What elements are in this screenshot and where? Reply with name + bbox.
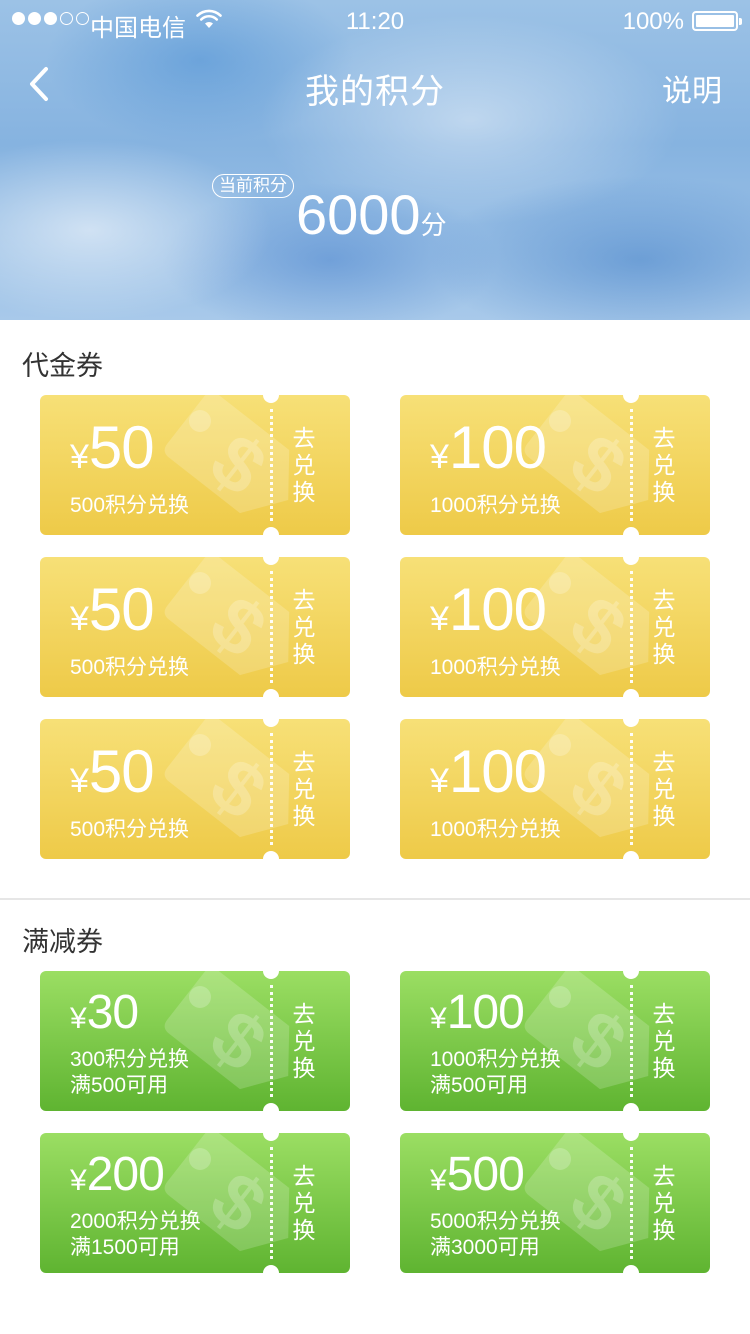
coupon-cost: 500积分兑换: [70, 818, 190, 841]
currency-symbol: ¥: [430, 600, 449, 638]
perforation-line: [270, 1147, 273, 1259]
coupon-amount: ¥200: [70, 1147, 165, 1202]
perforation-line: [630, 733, 633, 845]
coupon-amount: ¥100: [430, 737, 547, 806]
redeem-button[interactable]: 去兑换: [288, 749, 320, 830]
coupon-value: 50: [88, 576, 155, 643]
discount-coupon-section-title: 满减券: [22, 927, 103, 957]
battery-icon: [692, 11, 742, 31]
cash-coupon-card[interactable]: $ ¥100 1000积分兑换 去兑换: [400, 395, 710, 535]
redeem-button[interactable]: 去兑换: [648, 1001, 680, 1082]
perforation-line: [630, 409, 633, 521]
coupon-value: 100: [448, 414, 547, 481]
current-points: 6000分: [296, 182, 447, 247]
perforation-line: [270, 733, 273, 845]
current-points-label: 当前积分: [212, 174, 294, 198]
redeem-button[interactable]: 去兑换: [288, 587, 320, 668]
discount-coupon-card[interactable]: $ ¥100 1000积分兑换 满500可用 去兑换: [400, 971, 710, 1111]
coupon-amount: ¥50: [70, 575, 155, 644]
coupon-cost: 1000积分兑换: [430, 818, 561, 841]
redeem-button[interactable]: 去兑换: [648, 1163, 680, 1244]
cash-coupon-card[interactable]: $ ¥50 500积分兑换 去兑换: [40, 557, 350, 697]
discount-coupon-card[interactable]: $ ¥500 5000积分兑换 满3000可用 去兑换: [400, 1133, 710, 1273]
redeem-button[interactable]: 去兑换: [288, 1001, 320, 1082]
cash-coupon-card[interactable]: $ ¥100 1000积分兑换 去兑换: [400, 557, 710, 697]
section-divider: [0, 898, 750, 900]
points-number: 6000: [296, 183, 421, 246]
coupon-value: 50: [88, 414, 155, 481]
redeem-button[interactable]: 去兑换: [288, 1163, 320, 1244]
coupon-amount: ¥50: [70, 413, 155, 482]
coupon-value: 50: [88, 738, 155, 805]
cash-coupon-card[interactable]: $ ¥50 500积分兑换 去兑换: [40, 395, 350, 535]
coupon-amount: ¥100: [430, 413, 547, 482]
redeem-button[interactable]: 去兑换: [648, 749, 680, 830]
coupon-condition: 满500可用: [430, 1074, 529, 1097]
currency-symbol: ¥: [430, 1002, 447, 1035]
header-banner: 中国电信 11:20 100% 我的积分 说明 当前积分 6000分: [0, 0, 750, 320]
currency-symbol: ¥: [70, 762, 89, 800]
cash-coupon-section-title: 代金券: [22, 351, 103, 381]
perforation-line: [630, 1147, 633, 1259]
coupon-amount: ¥100: [430, 575, 547, 644]
coupon-value: 100: [448, 738, 547, 805]
currency-symbol: ¥: [70, 438, 89, 476]
perforation-line: [270, 409, 273, 521]
coupon-value: 500: [446, 1148, 525, 1201]
coupon-value: 200: [86, 1148, 165, 1201]
coupon-cost: 1000积分兑换: [430, 656, 561, 679]
coupon-cost: 500积分兑换: [70, 494, 190, 517]
coupon-cost: 1000积分兑换: [430, 494, 561, 517]
redeem-button[interactable]: 去兑换: [648, 587, 680, 668]
currency-symbol: ¥: [70, 1164, 87, 1197]
help-button[interactable]: 说明: [662, 66, 722, 110]
coupon-value: 100: [446, 986, 525, 1039]
battery-percentage: 100%: [622, 8, 684, 35]
cash-coupon-card[interactable]: $ ¥50 500积分兑换 去兑换: [40, 719, 350, 859]
currency-symbol: ¥: [430, 1164, 447, 1197]
coupon-amount: ¥30: [70, 985, 139, 1040]
points-unit: 分: [420, 210, 447, 240]
coupon-cost: 500积分兑换: [70, 656, 190, 679]
coupon-amount: ¥50: [70, 737, 155, 806]
status-bar: 中国电信 11:20 100%: [0, 0, 750, 42]
perforation-line: [270, 571, 273, 683]
coupon-condition: 满500可用: [70, 1074, 169, 1097]
redeem-button[interactable]: 去兑换: [288, 425, 320, 506]
currency-symbol: ¥: [70, 1002, 87, 1035]
coupon-value: 30: [86, 986, 139, 1039]
redeem-button[interactable]: 去兑换: [648, 425, 680, 506]
page-title: 我的积分: [305, 73, 445, 111]
coupon-amount: ¥500: [430, 1147, 525, 1202]
currency-symbol: ¥: [430, 438, 449, 476]
nav-bar: 我的积分 说明: [0, 50, 750, 120]
currency-symbol: ¥: [430, 762, 449, 800]
perforation-line: [630, 571, 633, 683]
cash-coupon-card[interactable]: $ ¥100 1000积分兑换 去兑换: [400, 719, 710, 859]
currency-symbol: ¥: [70, 600, 89, 638]
discount-coupon-card[interactable]: $ ¥30 300积分兑换 满500可用 去兑换: [40, 971, 350, 1111]
perforation-line: [270, 985, 273, 1097]
discount-coupon-card[interactable]: $ ¥200 2000积分兑换 满1500可用 去兑换: [40, 1133, 350, 1273]
coupon-amount: ¥100: [430, 985, 525, 1040]
coupon-value: 100: [448, 576, 547, 643]
coupon-condition: 满1500可用: [70, 1236, 180, 1259]
perforation-line: [630, 985, 633, 1097]
coupon-condition: 满3000可用: [430, 1236, 540, 1259]
